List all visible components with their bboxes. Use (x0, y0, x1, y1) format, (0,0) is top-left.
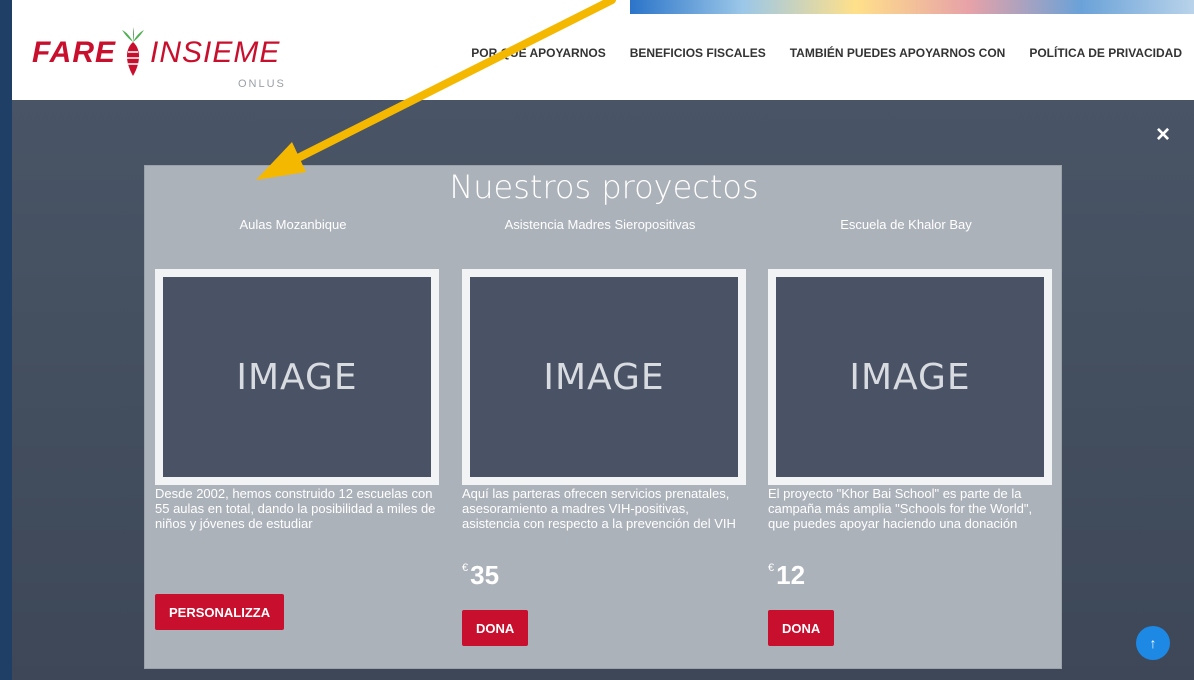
close-icon[interactable]: × (1146, 118, 1180, 152)
nav-item-politica-privacidad[interactable]: POLÍTICA DE PRIVACIDAD (1029, 46, 1182, 60)
donation-amount: €35 (462, 560, 499, 591)
project-description: Desde 2002, hemos construido 12 escuelas… (155, 486, 436, 531)
site-header: FARE INSIEME ONLUS POR QUÉ APOYARNOS BEN… (12, 14, 1194, 100)
project-card-asistencia-madres: Asistencia Madres Sieropositivas IMAGE A… (452, 216, 748, 646)
image-placeholder-label: IMAGE (236, 356, 358, 398)
project-card-aulas-mozanbique: Aulas Mozanbique IMAGE Desde 2002, hemos… (145, 216, 441, 630)
project-title: Escuela de Khalor Bay (840, 217, 972, 232)
projects-modal: Nuestros proyectos Aulas Mozanbique IMAG… (144, 165, 1062, 669)
project-image: IMAGE (768, 269, 1052, 485)
modal-title: Nuestros proyectos (449, 168, 759, 206)
window-frame-left (0, 0, 12, 680)
project-title: Aulas Mozanbique (239, 217, 347, 232)
amount-value: 12 (776, 560, 806, 590)
currency-symbol: € (462, 562, 469, 574)
project-description: El proyecto "Khor Bai School" es parte d… (768, 486, 1033, 531)
nav-item-tambien-puedes-apoyarnos[interactable]: TAMBIÉN PUEDES APOYARNOS CON (790, 46, 1006, 60)
radish-logo-icon (122, 27, 144, 76)
fare-insieme-logo[interactable]: FARE INSIEME ONLUS (32, 22, 312, 94)
currency-symbol: € (768, 562, 775, 574)
dona-button[interactable]: DONA (768, 610, 835, 646)
logo-text-insieme: INSIEME (150, 36, 281, 69)
nav-item-por-que-apoyarnos[interactable]: POR QUÉ APOYARNOS (471, 46, 605, 60)
main-nav: POR QUÉ APOYARNOS BENEFICIOS FISCALES TA… (471, 46, 1182, 60)
image-placeholder: IMAGE (776, 277, 1044, 477)
image-placeholder: IMAGE (163, 277, 431, 477)
project-title: Asistencia Madres Sieropositivas (504, 217, 696, 232)
image-placeholder: IMAGE (470, 277, 738, 477)
project-image: IMAGE (462, 269, 746, 485)
project-image: IMAGE (155, 269, 439, 485)
image-placeholder-label: IMAGE (849, 356, 971, 398)
scroll-to-top-button[interactable]: ↑ (1136, 626, 1170, 660)
personalizza-button[interactable]: PERSONALIZZA (155, 594, 285, 630)
logo-text-onlus: ONLUS (238, 78, 286, 90)
amount-value: 35 (470, 560, 500, 590)
donation-amount: €12 (768, 560, 805, 591)
dona-button[interactable]: DONA (462, 610, 529, 646)
project-card-escuela-khalor-bay: Escuela de Khalor Bay IMAGE El proyecto … (758, 216, 1054, 646)
nav-item-beneficios-fiscales[interactable]: BENEFICIOS FISCALES (630, 46, 766, 60)
project-description: Aquí las parteras ofrecen servicios pren… (462, 486, 736, 531)
arrow-up-icon: ↑ (1149, 635, 1157, 651)
logo-text-fare: FARE (32, 36, 117, 69)
hero-image-strip (630, 0, 1194, 14)
image-placeholder-label: IMAGE (543, 356, 665, 398)
